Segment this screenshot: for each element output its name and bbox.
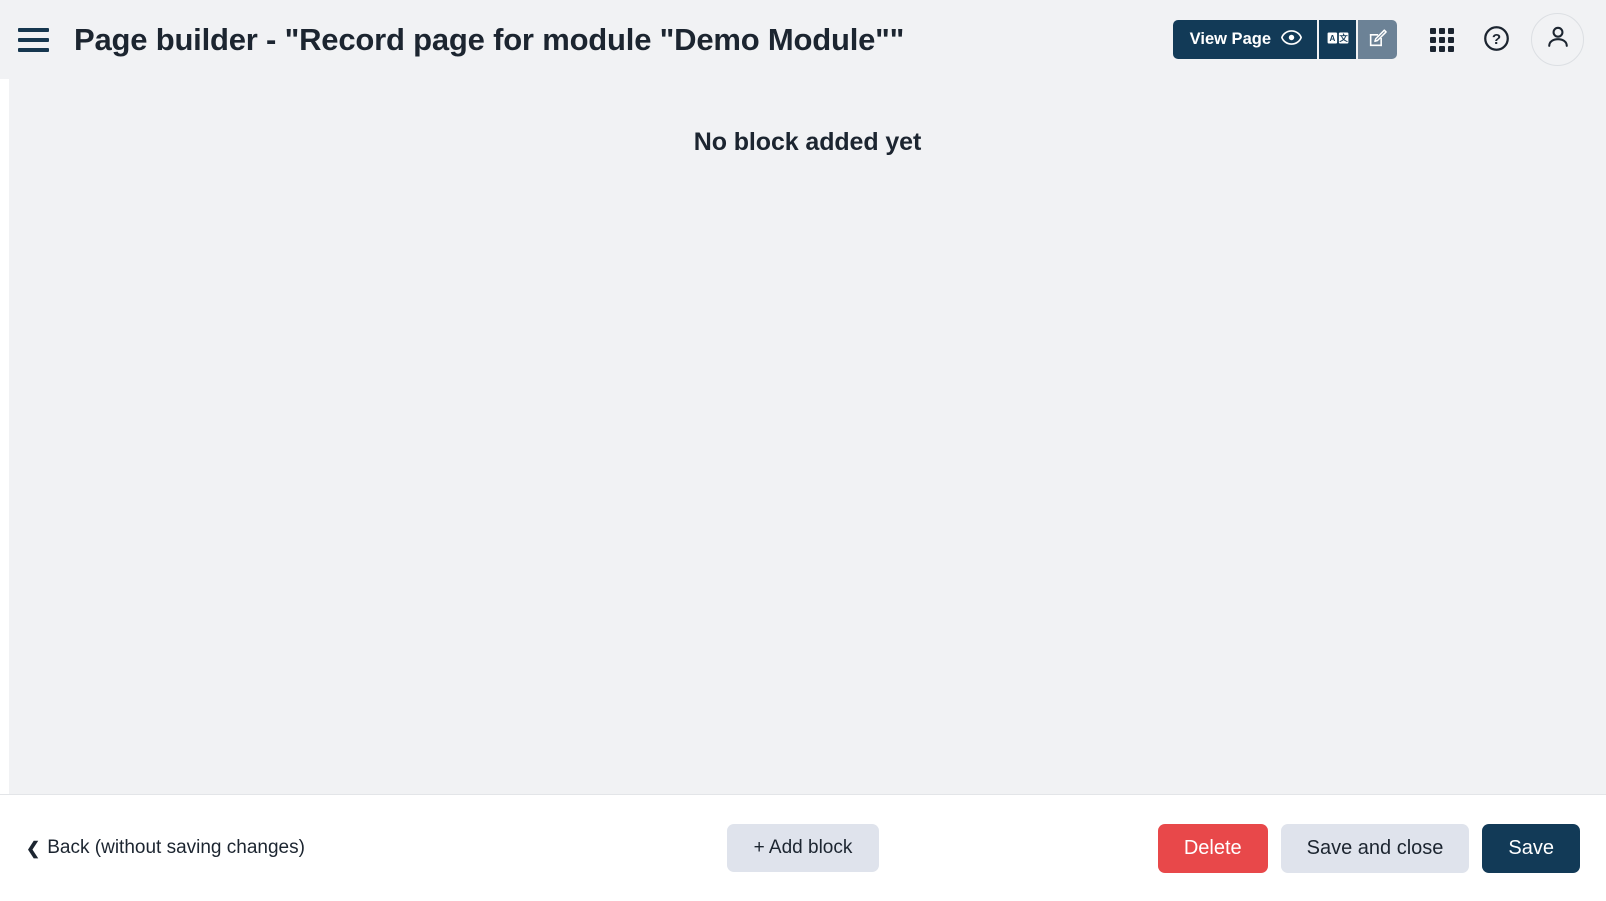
apps-button[interactable] (1419, 17, 1465, 63)
app-header: Page builder - "Record page for module "… (0, 0, 1606, 79)
hamburger-bar (18, 47, 49, 52)
edit-page-button[interactable] (1358, 20, 1397, 59)
add-block-button[interactable]: + Add block (726, 824, 880, 872)
hamburger-menu-icon[interactable] (18, 25, 52, 55)
canvas-left-strip (0, 79, 9, 794)
hamburger-bar (18, 27, 49, 32)
page-title: Page builder - "Record page for module "… (74, 22, 905, 57)
help-button[interactable]: ? (1473, 17, 1519, 63)
svg-text:A: A (1329, 34, 1335, 43)
apps-grid-icon (1430, 27, 1454, 52)
canvas-wrapper: No block added yet (0, 79, 1606, 794)
back-link-label: Back (without saving changes) (47, 837, 305, 858)
page-builder-app: Page builder - "Record page for module "… (0, 0, 1606, 901)
delete-button[interactable]: Delete (1157, 823, 1268, 873)
avatar[interactable] (1531, 13, 1584, 66)
translate-button[interactable]: A 文 (1319, 20, 1358, 59)
save-button[interactable]: Save (1482, 823, 1580, 873)
svg-text:?: ? (1491, 31, 1500, 48)
app-footer: ❮ Back (without saving changes) + Add bl… (0, 794, 1606, 901)
view-page-label: View Page (1189, 30, 1271, 48)
translate-icon: A 文 (1327, 31, 1349, 48)
view-page-button[interactable]: View Page (1172, 20, 1319, 59)
footer-actions: Delete Save and close Save (1157, 823, 1580, 873)
eye-icon (1280, 29, 1303, 50)
header-actions: View Page A 文 ? (1172, 13, 1584, 66)
chevron-left-icon: ❮ (26, 838, 41, 858)
empty-state-message: No block added yet (693, 128, 922, 156)
header-button-group: View Page A 文 (1172, 20, 1397, 59)
save-and-close-button[interactable]: Save and close (1280, 823, 1470, 873)
svg-text:文: 文 (1339, 33, 1348, 43)
page-builder-canvas[interactable]: No block added yet (9, 79, 1606, 794)
back-link[interactable]: ❮ Back (without saving changes) (26, 837, 305, 859)
edit-pencil-icon (1368, 28, 1388, 51)
help-circle-icon: ? (1483, 25, 1510, 55)
hamburger-bar (18, 37, 49, 42)
user-avatar-icon (1545, 24, 1571, 55)
